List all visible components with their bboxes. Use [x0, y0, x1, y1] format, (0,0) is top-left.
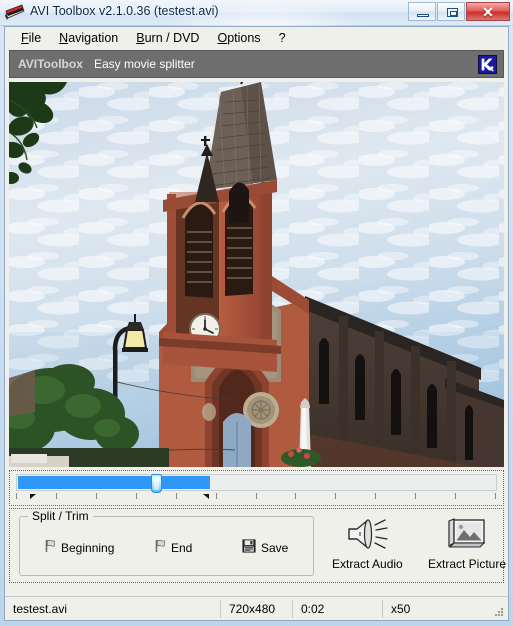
client-area: File Navigation Burn / DVD Options ? AVI… — [4, 26, 509, 621]
maximize-icon — [447, 8, 458, 17]
window-title: AVI Toolbox v2.1.0.36 (testest.avi) — [30, 4, 219, 18]
tick-mark — [96, 493, 97, 499]
menu-file-label: ile — [29, 31, 42, 45]
trim-begin-marker[interactable] — [30, 494, 36, 499]
timeline-tick-marks — [16, 493, 497, 502]
extract-picture-label: Extract Picture — [428, 557, 506, 571]
flag-icon — [154, 539, 166, 556]
status-filename: testest.avi — [5, 600, 221, 618]
speaker-icon — [345, 517, 389, 554]
tick-mark — [295, 493, 296, 499]
application-window: AVI Toolbox v2.1.0.36 (testest.avi) ✕ Fi… — [0, 0, 513, 626]
status-time: 0:02 — [293, 600, 383, 618]
maximize-button[interactable] — [437, 2, 465, 21]
tick-mark — [176, 493, 177, 499]
tick-mark — [335, 493, 336, 499]
tick-mark — [136, 493, 137, 499]
menu-file-accel: F — [21, 31, 29, 45]
tick-mark — [415, 493, 416, 499]
timeline-slider[interactable] — [16, 474, 497, 491]
status-resolution: 720x480 — [221, 600, 293, 618]
extract-picture-button[interactable]: Extract Picture — [428, 517, 506, 571]
menu-options-accel: O — [217, 31, 227, 45]
flag-icon — [44, 539, 56, 556]
video-preview[interactable] — [9, 82, 504, 467]
controls-panel: Split / Trim Beginning — [9, 508, 504, 583]
menu-navigation[interactable]: Navigation — [50, 29, 127, 47]
timeline-panel — [9, 470, 504, 506]
menu-file[interactable]: File — [12, 29, 50, 47]
title-bar[interactable]: AVI Toolbox v2.1.0.36 (testest.avi) ✕ — [0, 0, 513, 26]
trim-end-marker[interactable] — [203, 494, 209, 499]
close-icon: ✕ — [467, 3, 509, 20]
set-end-button[interactable]: End — [154, 539, 192, 556]
tick-mark — [455, 493, 456, 499]
extract-audio-button[interactable]: Extract Audio — [332, 517, 403, 571]
menu-bar: File Navigation Burn / DVD Options ? — [5, 27, 508, 48]
floppy-disk-icon — [242, 539, 256, 556]
k-logo-icon[interactable] — [478, 55, 497, 74]
menu-burn-dvd[interactable]: Burn / DVD — [127, 29, 208, 47]
menu-options-label: ptions — [227, 31, 260, 45]
minimize-icon — [417, 14, 429, 17]
close-button[interactable]: ✕ — [466, 2, 510, 21]
menu-navigation-label: avigation — [68, 31, 118, 45]
resize-grip-icon[interactable] — [493, 605, 505, 617]
brand-banner: AVIToolbox Easy movie splitter — [9, 50, 504, 78]
tick-mark — [375, 493, 376, 499]
tick-mark — [56, 493, 57, 499]
film-clapper-icon — [5, 4, 25, 22]
tick-mark — [216, 493, 217, 499]
menu-options[interactable]: Options — [208, 29, 269, 47]
window-controls: ✕ — [407, 2, 510, 21]
menu-burn-dvd-label: urn / DVD — [145, 31, 200, 45]
menu-navigation-accel: N — [59, 31, 68, 45]
brand-name: AVIToolbox — [18, 57, 83, 71]
status-speed: x50 — [383, 600, 508, 618]
tick-mark — [256, 493, 257, 499]
status-bar: testest.avi 720x480 0:02 x50 — [5, 596, 508, 620]
minimize-button[interactable] — [408, 2, 436, 21]
split-trim-group-label: Split / Trim — [28, 509, 93, 523]
picture-icon — [446, 517, 488, 554]
extract-audio-label: Extract Audio — [332, 557, 403, 571]
tick-mark — [495, 493, 496, 499]
menu-help-label: ? — [279, 31, 286, 45]
split-trim-group: Split / Trim Beginning — [19, 516, 314, 576]
menu-burn-dvd-accel: B — [136, 31, 144, 45]
save-button[interactable]: Save — [242, 539, 288, 556]
timeline-slider-thumb[interactable] — [151, 474, 162, 493]
save-label: Save — [261, 541, 288, 555]
timeline-progress-fill — [18, 476, 210, 489]
set-beginning-label: Beginning — [61, 541, 114, 555]
set-beginning-button[interactable]: Beginning — [44, 539, 114, 556]
set-end-label: End — [171, 541, 192, 555]
brand-tagline: Easy movie splitter — [94, 57, 195, 71]
menu-help[interactable]: ? — [270, 29, 295, 47]
tick-mark — [16, 493, 17, 499]
